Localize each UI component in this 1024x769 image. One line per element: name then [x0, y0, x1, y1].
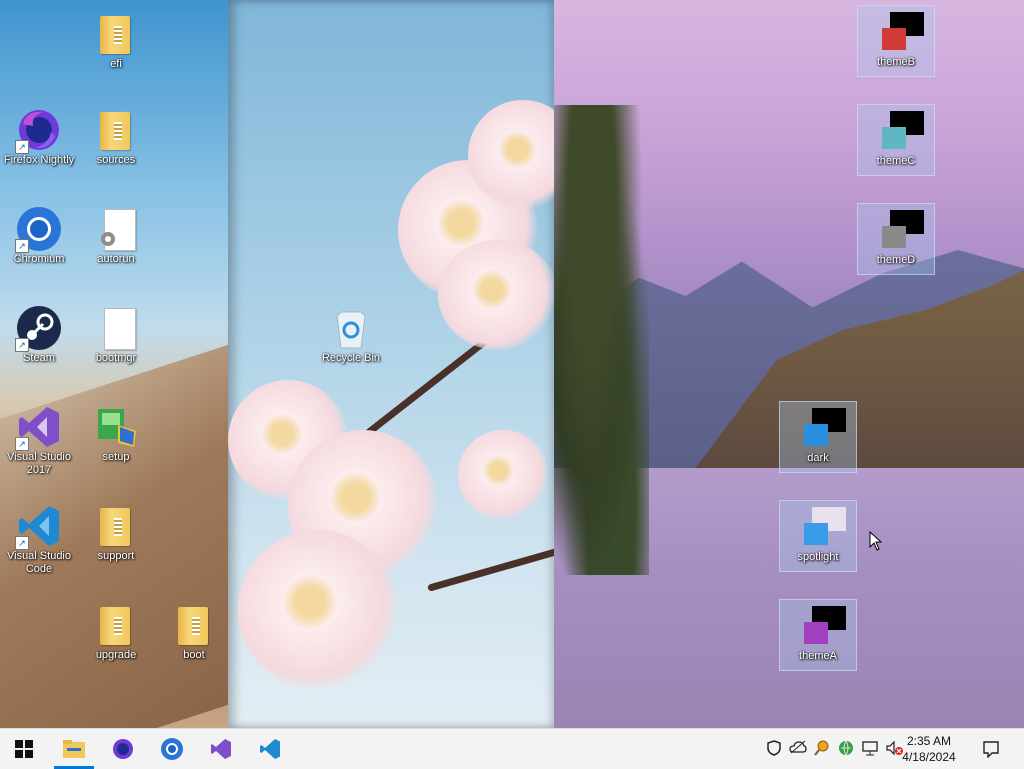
desktop-icon-label: themeB	[877, 56, 915, 68]
theme-icon	[878, 111, 924, 151]
desktop-icon-steam[interactable]: ↗ Steam	[1, 302, 77, 372]
desktop-icon-label: Visual Studio 2017	[6, 451, 71, 476]
desktop-icon-label: Firefox Nightly	[3, 154, 75, 166]
desktop-icon-label: support	[97, 550, 135, 562]
desktop-icon-themeB[interactable]: themeB	[857, 5, 935, 77]
vscode-icon	[260, 739, 280, 759]
desktop-icon-label: boot	[183, 649, 205, 661]
onedrive-icon[interactable]	[789, 740, 807, 758]
notification-button[interactable]	[968, 729, 1014, 769]
desktop-icon-autorun[interactable]: autorun	[78, 203, 154, 273]
desktop-icon-themeC[interactable]: themeC	[857, 104, 935, 176]
desktop-icon-label: Steam	[23, 352, 55, 364]
folder-icon	[178, 607, 208, 645]
folder-icon	[100, 112, 130, 150]
setup-icon	[98, 409, 136, 447]
desktop-icon-label: autorun	[97, 253, 135, 265]
desktop-icon-setup[interactable]: setup	[78, 401, 154, 471]
desktop-icon-chromium[interactable]: ↗ Chromium	[1, 203, 77, 273]
desktop-icon-label: dark	[807, 452, 829, 464]
clock-time: 2:35 AM	[906, 734, 952, 748]
recycle-bin-icon	[336, 311, 366, 349]
taskbar-firefox-nightly[interactable]	[99, 729, 147, 769]
desktop-icon-support[interactable]: support	[78, 500, 154, 570]
desktop-icon-label: Visual Studio Code	[6, 550, 71, 575]
network-globe-icon[interactable]	[837, 740, 855, 758]
chromium-icon	[161, 738, 183, 760]
theme-icon	[878, 210, 924, 250]
desktop-icon-label: Recycle Bin	[321, 352, 381, 364]
shortcut-arrow-icon: ↗	[15, 338, 29, 352]
desktop-icon-visual-studio-2017[interactable]: ↗ Visual Studio 2017	[1, 401, 77, 476]
desktop-icon-sources[interactable]: sources	[78, 104, 154, 174]
taskbar: 2:35 AM 4/18/2024	[0, 728, 1024, 769]
file-explorer-icon	[63, 740, 85, 758]
desktop-icon-spotlight[interactable]: spotlight	[779, 500, 857, 572]
desktop-icon-themeA[interactable]: themeA	[779, 599, 857, 671]
shortcut-arrow-icon: ↗	[15, 239, 29, 253]
desktop-icon-efi[interactable]: efi	[78, 8, 154, 78]
file-icon	[104, 308, 136, 350]
desktop-icon-themeD[interactable]: themeD	[857, 203, 935, 275]
taskbar-visual-studio[interactable]	[197, 729, 245, 769]
desktop-icon-area: efi ↗ Firefox Nightly sources ↗ Chromium…	[0, 0, 1024, 768]
network-icon[interactable]	[861, 740, 879, 758]
taskbar-chromium[interactable]	[148, 729, 196, 769]
clock-date: 4/18/2024	[902, 750, 956, 764]
desktop-icon-label: Chromium	[13, 253, 65, 265]
desktop-icon-recycle-bin[interactable]: Recycle Bin	[313, 302, 389, 372]
shortcut-arrow-icon: ↗	[15, 536, 29, 550]
firefox-nightly-icon	[113, 739, 133, 759]
search-tool-icon[interactable]	[813, 740, 831, 758]
notification-icon	[983, 741, 999, 758]
start-button[interactable]	[0, 729, 48, 769]
taskbar-clock[interactable]: 2:35 AM 4/18/2024	[894, 733, 964, 765]
theme-icon	[878, 12, 924, 52]
theme-icon	[800, 408, 846, 448]
desktop-icon-label: themeA	[799, 650, 837, 662]
desktop-icon-vscode[interactable]: ↗ Visual Studio Code	[1, 500, 77, 575]
desktop-icon-boot[interactable]: boot	[156, 599, 232, 669]
visual-studio-icon	[211, 739, 231, 759]
desktop-icon-dark[interactable]: dark	[779, 401, 857, 473]
security-shield-icon[interactable]	[765, 740, 783, 758]
spotlight-theme-icon	[800, 507, 846, 547]
shortcut-arrow-icon: ↗	[15, 437, 29, 451]
taskbar-file-explorer[interactable]	[50, 729, 98, 769]
theme-icon	[800, 606, 846, 646]
desktop-icon-label: themeD	[876, 254, 916, 266]
shortcut-arrow-icon: ↗	[15, 140, 29, 154]
desktop-icon-label: bootmgr	[95, 352, 137, 364]
windows-start-icon	[15, 740, 33, 758]
desktop-icon-label: sources	[96, 154, 136, 166]
folder-icon	[100, 607, 130, 645]
desktop-icon-upgrade[interactable]: upgrade	[78, 599, 154, 669]
desktop-icon-label: efi	[110, 58, 122, 70]
desktop-icon-label: upgrade	[95, 649, 137, 661]
mouse-cursor-icon	[869, 531, 883, 551]
folder-icon	[100, 16, 130, 54]
taskbar-vscode[interactable]	[246, 729, 294, 769]
desktop-icon-label: spotlight	[797, 551, 839, 563]
desktop-icon-label: themeC	[876, 155, 916, 167]
desktop-icon-bootmgr[interactable]: bootmgr	[78, 302, 154, 372]
desktop-icon-label: setup	[102, 451, 130, 463]
gear-icon	[101, 232, 115, 246]
folder-icon	[100, 508, 130, 546]
desktop-icon-firefox-nightly[interactable]: ↗ Firefox Nightly	[1, 104, 77, 174]
